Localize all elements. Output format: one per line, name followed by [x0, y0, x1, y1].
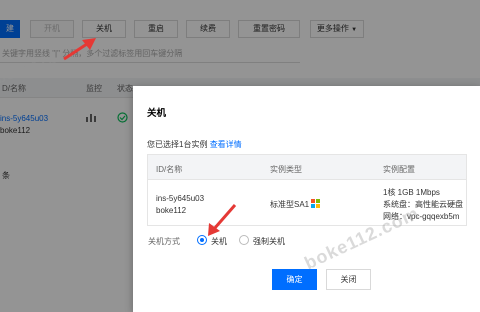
- windows-logo-icon: [311, 199, 321, 208]
- selection-summary: 您已选择1台实例 查看详情: [147, 139, 242, 150]
- summary-table-header: ID/名称 实例类型 实例配置: [148, 155, 466, 180]
- red-arrow-toolbar-icon: [63, 38, 96, 61]
- view-details-link[interactable]: 查看详情: [210, 140, 242, 149]
- config-cpu-mem-bw: 1核 1GB 1Mbps: [383, 188, 440, 197]
- instance-type-text: 标准型SA1: [270, 200, 310, 209]
- col-instance-config: 实例配置: [383, 165, 415, 174]
- col-id-name: ID/名称: [156, 165, 183, 174]
- radio-force-shutdown-label[interactable]: 强制关机: [253, 236, 285, 247]
- red-arrow-radio-icon: [208, 204, 237, 236]
- selection-text: 您已选择1台实例: [147, 140, 208, 149]
- config-system-disk: 系统盘：高性能云硬盘: [383, 200, 463, 209]
- close-button[interactable]: 关闭: [326, 269, 371, 290]
- summary-instance-id: ins-5y645u03: [156, 194, 205, 203]
- summary-instance-name: boke112: [156, 206, 187, 215]
- summary-instance-type: 标准型SA1: [270, 199, 321, 210]
- shutdown-mode-label: 关机方式: [148, 237, 180, 246]
- shutdown-dialog: 关机 您已选择1台实例 查看详情 ID/名称 实例类型 实例配置 ins-5y6…: [133, 86, 480, 312]
- dialog-title: 关机: [147, 108, 167, 119]
- radio-force-shutdown[interactable]: [239, 235, 249, 245]
- col-instance-type: 实例类型: [270, 165, 302, 174]
